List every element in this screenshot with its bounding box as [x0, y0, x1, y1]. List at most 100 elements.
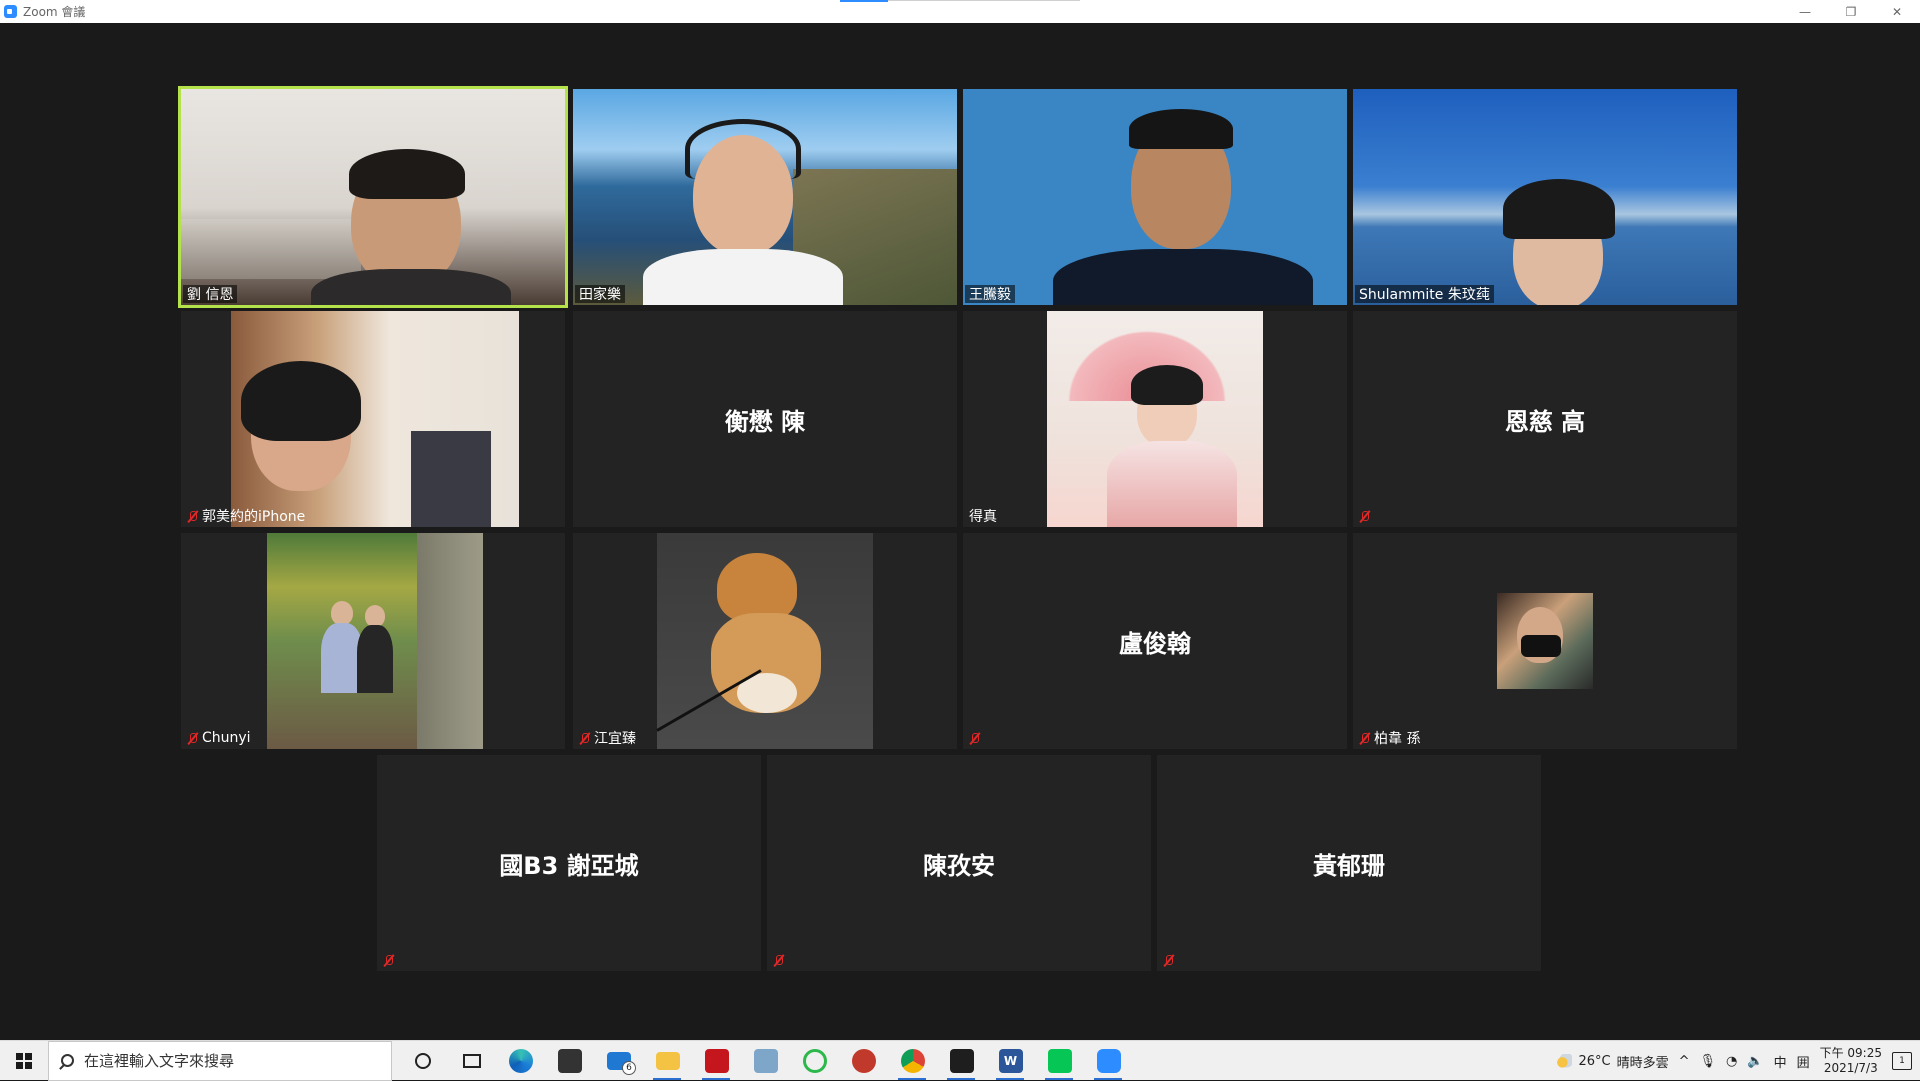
- participant-tile[interactable]: 劉 信恩: [178, 86, 568, 308]
- close-button[interactable]: ✕: [1874, 0, 1920, 23]
- taskbar: 在這裡輸入文字來搜尋 6 W 26°C 晴時多雲 ^ 🎙 ◔ 🔈 中 囲 下午 …: [0, 1040, 1920, 1081]
- store-icon: [557, 1048, 582, 1073]
- line-icon: [1047, 1048, 1072, 1073]
- temperature: 26°C: [1578, 1053, 1611, 1069]
- search-placeholder: 在這裡輸入文字來搜尋: [84, 1052, 235, 1070]
- acrobat-icon: [704, 1048, 729, 1073]
- participant-tile[interactable]: 得真: [963, 311, 1347, 527]
- participant-tile[interactable]: Chunyi: [181, 533, 565, 749]
- taskbar-apps: 6 W: [398, 1041, 1133, 1081]
- show-hidden-icons-button[interactable]: ^: [1679, 1054, 1690, 1069]
- clock[interactable]: 下午 09:25 2021/7/3: [1820, 1046, 1882, 1076]
- participant-tile[interactable]: 田家樂: [573, 89, 957, 305]
- muted-mic-icon: [383, 954, 395, 967]
- participant-tile[interactable]: 柏韋 孫: [1353, 533, 1737, 749]
- participant-video: [267, 533, 483, 749]
- mail-button[interactable]: 6: [594, 1041, 643, 1081]
- participant-name: 柏韋 孫: [1374, 731, 1421, 747]
- windows-icon: [16, 1052, 32, 1069]
- notification-count: 1: [1899, 1056, 1905, 1066]
- participant-tile[interactable]: 陳孜安: [767, 755, 1151, 971]
- store-button[interactable]: [545, 1041, 594, 1081]
- line-button[interactable]: [1035, 1041, 1084, 1081]
- title-accent-track: [888, 0, 1080, 1]
- participant-name-tag: 郭美約的iPhone: [183, 507, 309, 525]
- ladybug-app-button[interactable]: [839, 1041, 888, 1081]
- participant-tile[interactable]: 國B3 謝亞城: [377, 755, 761, 971]
- participant-name: 陳孜安: [923, 851, 995, 880]
- participant-name: 得真: [969, 509, 997, 525]
- terminal-button[interactable]: [937, 1041, 986, 1081]
- participant-name: 郭美約的iPhone: [202, 509, 306, 525]
- muted-mic-icon: [1359, 510, 1371, 523]
- notes-icon: [753, 1048, 778, 1073]
- edge-icon: [508, 1048, 533, 1073]
- participant-tile[interactable]: 盧俊翰: [963, 533, 1347, 749]
- start-button[interactable]: [0, 1041, 48, 1081]
- file-explorer-button[interactable]: [643, 1041, 692, 1081]
- notification-center-button[interactable]: 1: [1892, 1052, 1912, 1070]
- minimize-button[interactable]: —: [1782, 0, 1828, 23]
- weather-widget[interactable]: 26°C 晴時多雲: [1556, 1052, 1669, 1071]
- muted-mic-icon: [187, 732, 199, 745]
- participant-tile[interactable]: 恩慈 高: [1353, 311, 1737, 527]
- ime-language[interactable]: 中: [1774, 1052, 1787, 1071]
- wifi-icon[interactable]: ◔: [1726, 1054, 1737, 1069]
- edge-button[interactable]: [496, 1041, 545, 1081]
- partly-cloudy-icon: [1556, 1054, 1573, 1068]
- participant-tile[interactable]: 衡懋 陳: [573, 311, 957, 527]
- clock-date: 2021/7/3: [1823, 1061, 1878, 1075]
- participant-name: 盧俊翰: [1119, 629, 1191, 658]
- chrome-button[interactable]: [888, 1041, 937, 1081]
- cortana-icon: [414, 1052, 431, 1069]
- word-button[interactable]: W: [986, 1041, 1035, 1081]
- ime-mode[interactable]: 囲: [1797, 1052, 1810, 1071]
- participant-tile[interactable]: 郭美約的iPhone: [181, 311, 565, 527]
- task-view-icon: [462, 1053, 481, 1068]
- muted-mic-icon: [187, 510, 199, 523]
- green-app-button[interactable]: [790, 1041, 839, 1081]
- participant-name-tag: 得真: [965, 507, 1001, 525]
- window-controls: — ❐ ✕: [1782, 0, 1920, 23]
- zoom-icon: [1096, 1048, 1121, 1073]
- task-view-button[interactable]: [447, 1041, 496, 1081]
- participant-tile[interactable]: Shulammite 朱玟莼: [1353, 89, 1737, 305]
- restore-button[interactable]: ❐: [1828, 0, 1874, 23]
- participant-name: 田家樂: [579, 287, 621, 303]
- taskbar-search[interactable]: 在這裡輸入文字來搜尋: [48, 1040, 392, 1081]
- acrobat-button[interactable]: [692, 1041, 741, 1081]
- microphone-icon[interactable]: 🎙: [1700, 1054, 1717, 1069]
- volume-icon[interactable]: 🔈: [1747, 1054, 1763, 1069]
- title-accent: [840, 0, 888, 2]
- participant-video: [963, 89, 1347, 305]
- zoom-button[interactable]: [1084, 1041, 1133, 1081]
- ladybug-icon: [851, 1048, 876, 1073]
- participant-tile[interactable]: 黃郁珊: [1157, 755, 1541, 971]
- participant-name: 衡懋 陳: [724, 407, 806, 436]
- participant-name-tag: Chunyi: [183, 729, 255, 747]
- cortana-button[interactable]: [398, 1041, 447, 1081]
- system-tray: 26°C 晴時多雲 ^ 🎙 ◔ 🔈 中 囲 下午 09:25 2021/7/3 …: [1556, 1041, 1920, 1081]
- gallery-view: 劉 信恩 田家樂 王騰毅 Shulammite 朱玟莼 郭美約的iPhone 衡…: [0, 23, 1920, 1040]
- participant-name: 黃郁珊: [1313, 851, 1385, 880]
- notes-button[interactable]: [741, 1041, 790, 1081]
- title-bar: Zoom 會議 — ❐ ✕: [0, 0, 1920, 23]
- muted-mic-icon: [969, 732, 981, 745]
- participant-name-tag: 王騰毅: [965, 285, 1015, 303]
- word-icon: W: [998, 1048, 1023, 1073]
- participant-video: [1353, 89, 1737, 305]
- participant-tile[interactable]: 江宜臻: [573, 533, 957, 749]
- participant-tile[interactable]: 王騰毅: [963, 89, 1347, 305]
- participant-name: 王騰毅: [969, 287, 1011, 303]
- participant-video: [181, 89, 565, 305]
- muted-mic-icon: [1359, 732, 1371, 745]
- participant-name: 恩慈 高: [1504, 407, 1586, 436]
- green-circle-icon: [802, 1048, 827, 1073]
- clock-time: 下午 09:25: [1819, 1046, 1882, 1060]
- participant-name-tag: Shulammite 朱玟莼: [1355, 285, 1494, 303]
- mail-badge: 6: [622, 1060, 636, 1075]
- weather-condition: 晴時多雲: [1616, 1055, 1669, 1071]
- muted-mic-icon: [579, 732, 591, 745]
- participant-video: [231, 311, 519, 527]
- file-explorer-icon: [655, 1051, 680, 1070]
